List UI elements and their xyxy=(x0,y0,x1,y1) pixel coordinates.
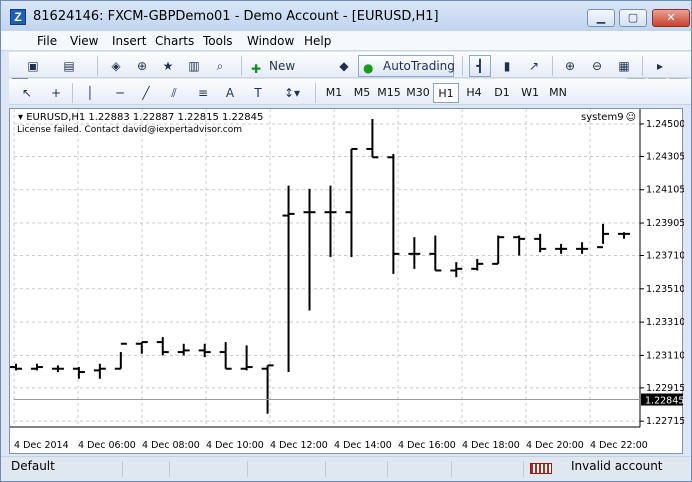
status-separator xyxy=(387,461,388,477)
close-button[interactable]: ✕ xyxy=(652,9,690,27)
timeframe-h1[interactable]: H1 xyxy=(433,83,459,103)
toolbar-separator xyxy=(72,83,73,103)
expert-hat-icon[interactable]: ◆ xyxy=(333,55,355,77)
new-chart-icon[interactable]: ▣ xyxy=(17,55,49,77)
timeframe-h4[interactable]: H4 xyxy=(461,83,487,103)
chart-overlay: ▾ EURUSD,H1 1.22883 1.22887 1.22815 1.22… xyxy=(9,108,683,454)
zoom-in-icon[interactable]: ⊕ xyxy=(559,55,581,77)
status-separator xyxy=(169,461,170,477)
status-separator xyxy=(523,461,524,477)
status-bar: Default Invalid account xyxy=(1,456,691,481)
drawing-toolbar: ↖ + │ ─ ╱ ⫽ ≡ A T ↕▾ M1 M5 M15 M30 H1 H4… xyxy=(9,79,691,105)
toolbar-separator xyxy=(552,56,553,76)
vertical-line-icon[interactable]: │ xyxy=(79,82,101,104)
menu-view[interactable]: View xyxy=(70,34,98,48)
status-separator xyxy=(451,461,452,477)
line-chart-icon[interactable]: ↗ xyxy=(523,55,545,77)
bar-chart-icon[interactable]: ┫ xyxy=(469,55,491,77)
trendline-icon[interactable]: ╱ xyxy=(135,82,157,104)
status-separator xyxy=(325,461,326,477)
terminal-window: Z 81624146: FXCM-GBPDemo01 - Demo Accoun… xyxy=(0,0,692,482)
menu-insert[interactable]: Insert xyxy=(112,34,146,48)
minimize-button[interactable]: ▁ xyxy=(587,9,615,27)
crosshair-icon[interactable]: ⊕ xyxy=(131,55,153,77)
timeframe-d1[interactable]: D1 xyxy=(489,83,515,103)
timeframe-m5[interactable]: M5 xyxy=(349,83,375,103)
star-icon[interactable]: ★ xyxy=(157,55,179,77)
equidistant-channel-icon[interactable]: ⫽ xyxy=(163,82,185,104)
menu-tools[interactable]: Tools xyxy=(203,34,233,48)
window-title: 81624146: FXCM-GBPDemo01 - Demo Account … xyxy=(33,9,439,24)
smile-icon: ☺ xyxy=(625,112,636,123)
timeframe-m30[interactable]: M30 xyxy=(405,83,431,103)
menu-file[interactable]: File xyxy=(37,34,57,48)
new-order-icon: ✚ xyxy=(251,62,262,76)
autotrading-button[interactable]: ● AutoTrading xyxy=(358,55,455,77)
app-icon: Z xyxy=(10,9,26,25)
status-separator xyxy=(122,461,123,477)
menu-bar: File View Insert Charts Tools Window Hel… xyxy=(1,31,691,79)
toolbar-separator xyxy=(241,56,242,76)
status-profile: Default xyxy=(11,459,55,473)
toolbar-separator xyxy=(315,83,316,103)
status-separator xyxy=(247,461,248,477)
toolbar-separator xyxy=(642,56,643,76)
chart-symbol-line: ▾ EURUSD,H1 1.22883 1.22887 1.22815 1.22… xyxy=(18,112,264,123)
crosshair-tool-icon[interactable]: + xyxy=(45,82,67,104)
toolbar-separator xyxy=(97,56,98,76)
candlestick-icon[interactable]: ▮ xyxy=(496,55,518,77)
expert-advisor-name: system9 ☺ xyxy=(581,112,636,123)
maximize-button[interactable]: ▢ xyxy=(619,9,647,27)
toolbar-separator xyxy=(462,56,463,76)
standard-toolbar: ▣ ▤ ◈ ⊕ ★ ▥ ⌕ ✚ New Order ◆ ● AutoTradin… xyxy=(9,52,691,93)
text-tool-icon[interactable]: A xyxy=(219,82,241,104)
strategy-tester-icon[interactable]: ⌕ xyxy=(209,55,231,77)
profiles-icon[interactable]: ▤ xyxy=(53,55,85,77)
fibonacci-icon[interactable]: ≡ xyxy=(192,82,214,104)
title-bar[interactable]: Z 81624146: FXCM-GBPDemo01 - Demo Accoun… xyxy=(1,1,691,31)
expert-advisor-label: system9 xyxy=(581,112,624,123)
arrow-tool-icon[interactable]: ↕▾ xyxy=(275,82,309,104)
license-message: License failed. Contact david@iexpertadv… xyxy=(17,125,242,135)
menu-charts[interactable]: Charts xyxy=(155,34,194,48)
cursor-icon[interactable]: ↖ xyxy=(16,82,38,104)
horizontal-line-icon[interactable]: ─ xyxy=(109,82,131,104)
autotrading-label: AutoTrading xyxy=(383,59,455,73)
chart-symbol-text: EURUSD,H1 1.22883 1.22887 1.22815 1.2284… xyxy=(26,112,264,123)
tile-windows-icon[interactable]: ▦ xyxy=(613,55,635,77)
navigator-icon[interactable]: ▥ xyxy=(183,55,205,77)
status-account: Invalid account xyxy=(571,459,663,473)
timeframe-w1[interactable]: W1 xyxy=(517,83,543,103)
new-order-button[interactable]: ✚ New Order xyxy=(247,55,331,93)
timeframe-m15[interactable]: M15 xyxy=(376,83,402,103)
timeframe-m1[interactable]: M1 xyxy=(321,83,347,103)
zoom-out-icon[interactable]: ⊖ xyxy=(586,55,608,77)
menu-help[interactable]: Help xyxy=(304,34,331,48)
auto-scroll-icon[interactable]: ▸ xyxy=(649,55,671,77)
text-label-icon[interactable]: T xyxy=(247,82,269,104)
market-watch-icon[interactable]: ◈ xyxy=(105,55,127,77)
menu-window[interactable]: Window xyxy=(247,34,294,48)
autotrading-icon: ● xyxy=(363,61,374,75)
timeframe-mn[interactable]: MN xyxy=(545,83,571,103)
connection-status-icon xyxy=(530,463,552,474)
